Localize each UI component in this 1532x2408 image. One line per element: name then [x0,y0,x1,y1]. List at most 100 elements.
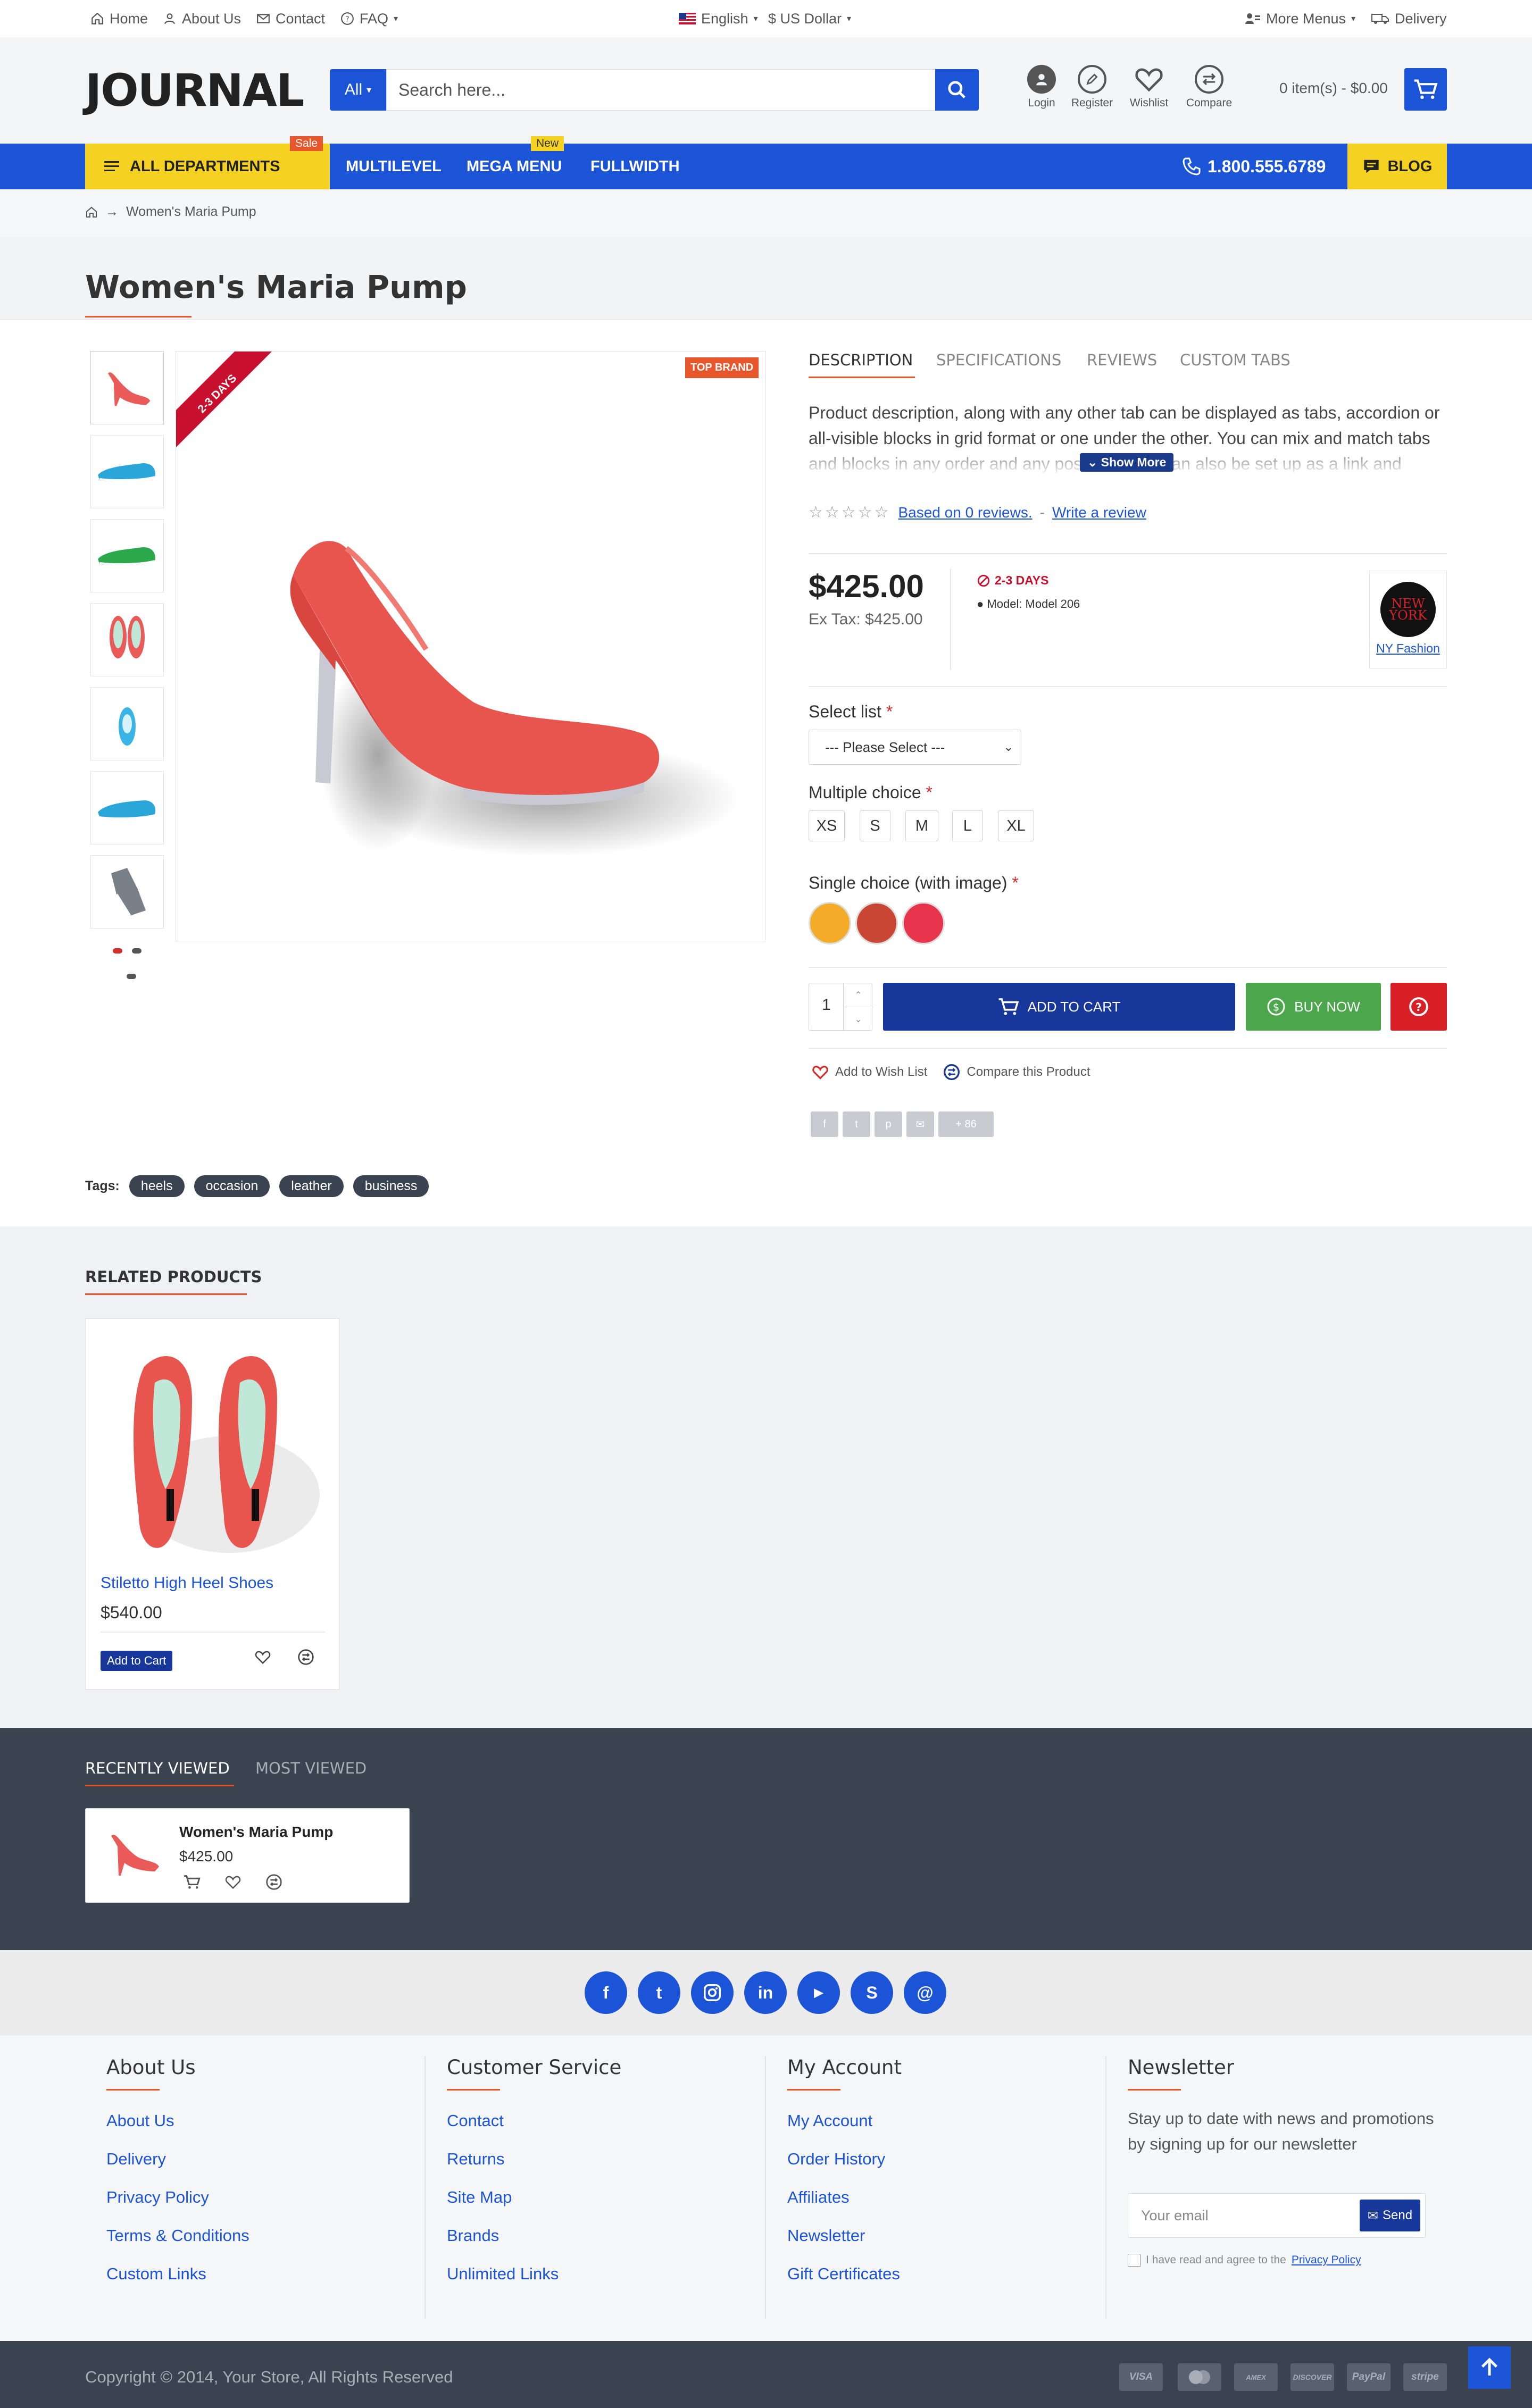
size-option-m[interactable]: M [905,810,938,841]
color-swatch-yellow[interactable] [809,902,851,944]
compare-icon[interactable] [265,1874,282,1891]
language-selector[interactable]: English ▾ [679,0,758,37]
tag-occasion[interactable]: occasion [194,1175,270,1197]
tag-leather[interactable]: leather [279,1175,344,1197]
add-to-cart-button[interactable]: ADD TO CART [883,983,1235,1031]
at-icon[interactable]: @ [904,1971,946,2014]
quantity-value[interactable]: 1 [822,996,831,1014]
footer-link[interactable]: Delivery [106,2150,166,2169]
home-icon[interactable] [85,206,98,219]
skype-icon[interactable]: S [851,1971,893,2014]
product-card[interactable]: Stiletto High Heel Shoes $540.00 Add to … [85,1318,339,1690]
main-product-image[interactable]: 2-3 DAYS [176,351,766,941]
product-card-add-to-cart[interactable]: Add to Cart [101,1651,173,1671]
share-email-icon[interactable]: ✉ [906,1111,934,1137]
tab-custom-tabs[interactable]: CUSTOM TABS [1180,351,1290,369]
heart-icon[interactable] [225,1875,241,1889]
product-card-name[interactable]: Stiletto High Heel Shoes [101,1574,273,1592]
top-link-contact[interactable]: Contact [256,0,325,37]
quantity-stepper[interactable]: 1 ⌃ ⌄ [809,983,873,1031]
top-link-faq[interactable]: ? FAQ ▾ [340,0,398,37]
color-swatch-red[interactable] [855,902,898,944]
share-facebook-icon[interactable]: f [811,1111,838,1137]
instagram-icon[interactable] [691,1971,734,2014]
brand-link[interactable]: NY Fashion [1376,641,1440,655]
privacy-policy-link[interactable]: Privacy Policy [1292,2254,1361,2267]
footer-link[interactable]: Gift Certificates [787,2264,900,2284]
buy-now-button[interactable]: $ BUY NOW [1246,983,1381,1031]
qty-down-icon[interactable]: ⌄ [843,1007,873,1031]
tab-most-viewed[interactable]: MOST VIEWED [255,1759,367,1777]
qty-up-icon[interactable]: ⌃ [843,983,873,1007]
compare-icon[interactable] [297,1649,314,1666]
carousel-dot-active[interactable] [113,948,122,954]
tab-specifications[interactable]: SPECIFICATIONS [936,351,1061,369]
footer-link[interactable]: Privacy Policy [106,2188,209,2207]
logo[interactable]: JOURNAL [85,68,304,113]
wishlist-button[interactable]: Wishlist [1120,65,1178,110]
nav-fullwidth[interactable]: FULLWIDTH [590,144,680,189]
select-list-dropdown[interactable]: --- Please Select --- ⌄ [809,730,1021,765]
tag-heels[interactable]: heels [129,1175,185,1197]
footer-link[interactable]: Terms & Conditions [106,2226,249,2245]
footer-link[interactable]: Brands [447,2226,499,2245]
twitter-icon[interactable]: t [638,1971,680,2014]
reviews-link[interactable]: Based on 0 reviews. [898,504,1032,521]
footer-link[interactable]: Contact [447,2111,504,2130]
nav-multilevel[interactable]: MULTILEVEL [346,144,442,189]
top-link-about[interactable]: About Us [163,0,241,37]
footer-link[interactable]: Custom Links [106,2264,206,2284]
ask-question-button[interactable]: ? [1391,983,1447,1031]
cart-icon[interactable] [184,1875,201,1889]
search-input[interactable] [386,69,936,111]
compare-button[interactable]: Compare [1180,65,1238,110]
currency-selector[interactable]: $ US Dollar ▾ [768,0,851,37]
recent-product-name[interactable]: Women's Maria Pump [179,1824,333,1841]
compare-product-link[interactable]: Compare this Product [943,1064,1090,1081]
thumbnail-6[interactable] [90,771,164,845]
tab-recently-viewed[interactable]: RECENTLY VIEWED [85,1759,230,1777]
size-option-l[interactable]: L [952,810,983,841]
footer-link[interactable]: Site Map [447,2188,512,2207]
search-category-dropdown[interactable]: All ▾ [330,69,386,111]
share-more-button[interactable]: + 86 [938,1111,994,1137]
carousel-dot[interactable] [127,974,136,979]
carousel-dot[interactable] [132,948,141,954]
footer-link[interactable]: Affiliates [787,2188,850,2207]
brand-box[interactable]: NEW YORK NY Fashion [1369,571,1447,668]
search-button[interactable] [935,69,979,111]
footer-link[interactable]: Newsletter [787,2226,865,2245]
footer-link[interactable]: Returns [447,2150,505,2169]
size-option-xl[interactable]: XL [998,810,1034,841]
thumbnail-3[interactable] [90,519,164,592]
blog-button[interactable]: BLOG [1347,144,1447,189]
top-link-home[interactable]: Home [90,0,148,37]
cart-button[interactable] [1404,68,1447,111]
delivery-link[interactable]: Delivery [1371,0,1447,37]
tab-reviews[interactable]: REVIEWS [1087,351,1157,369]
show-more-button[interactable]: ⌄ Show More [1080,453,1174,472]
recent-product-card[interactable]: Women's Maria Pump $425.00 [85,1808,410,1903]
share-twitter-icon[interactable]: t [843,1111,870,1137]
register-button[interactable]: Register [1063,65,1121,110]
thumbnail-5[interactable] [90,687,164,760]
color-swatch-pink[interactable] [902,902,945,944]
newsletter-send-button[interactable]: ✉ Send [1360,2200,1420,2231]
share-pinterest-icon[interactable]: p [875,1111,902,1137]
phone-link[interactable]: 1.800.555.6789 [1182,144,1326,189]
thumbnail-1[interactable] [90,351,164,424]
more-menus[interactable]: More Menus ▾ [1245,0,1355,37]
cart-summary[interactable]: 0 item(s) - $0.00 [1279,80,1388,97]
linkedin-icon[interactable]: in [744,1971,787,2014]
youtube-icon[interactable]: ▶ [797,1971,840,2014]
size-option-xs[interactable]: XS [809,810,845,841]
footer-link[interactable]: About Us [106,2111,174,2130]
footer-link[interactable]: Order History [787,2150,885,2169]
heart-icon[interactable] [255,1650,271,1665]
thumbnail-4[interactable] [90,603,164,676]
tag-business[interactable]: business [353,1175,429,1197]
write-review-link[interactable]: Write a review [1052,504,1146,521]
thumbnail-2[interactable] [90,435,164,508]
scroll-to-top-button[interactable] [1468,2346,1511,2389]
breadcrumb-current[interactable]: Women's Maria Pump [126,204,256,220]
